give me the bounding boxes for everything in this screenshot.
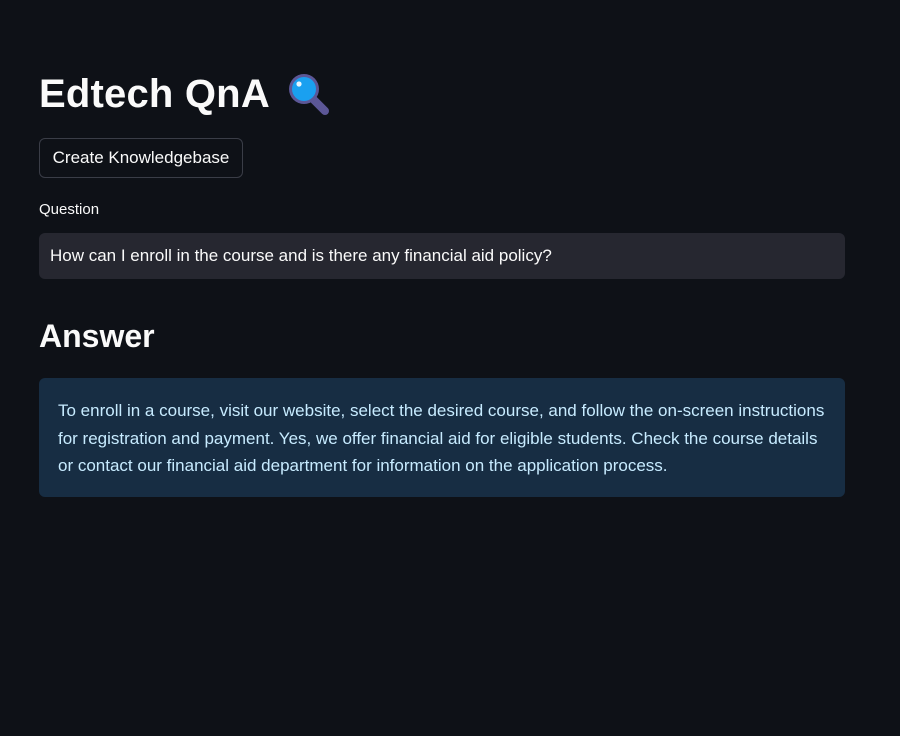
question-input[interactable] bbox=[39, 233, 845, 279]
page-title: Edtech QnA bbox=[39, 71, 270, 116]
question-label: Question bbox=[39, 201, 100, 218]
create-knowledgebase-button[interactable]: Create Knowledgebase bbox=[39, 138, 243, 178]
magnifying-glass-icon bbox=[284, 70, 332, 118]
title-row: Edtech QnA bbox=[39, 68, 332, 120]
app-main: Edtech QnA Create Knowledgebase Question… bbox=[0, 0, 900, 736]
answer-heading: Answer bbox=[39, 318, 155, 354]
answer-text: To enroll in a course, visit our website… bbox=[58, 401, 825, 475]
answer-info-box: To enroll in a course, visit our website… bbox=[39, 378, 845, 497]
